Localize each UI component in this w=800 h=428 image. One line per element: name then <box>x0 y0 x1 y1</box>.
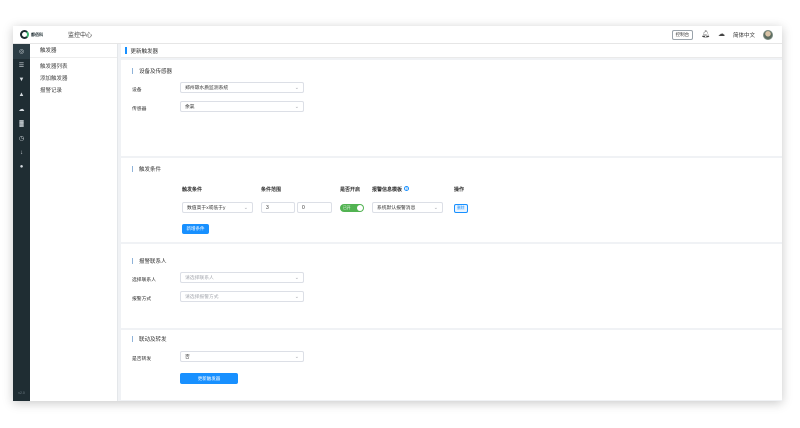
logo[interactable]: 都佰科 <box>20 30 50 39</box>
template-select[interactable]: 系统默认报警消息 ⌄ <box>372 202 443 213</box>
method-select[interactable]: 请选择报警方式 ⌄ <box>180 291 304 302</box>
submenu-title: 触发器 <box>30 44 117 58</box>
top-bar: 都佰科 监控中心 控制台 🔔︎ ☁︎ 简体中文 <box>13 26 782 44</box>
device-section-header: 设备及传感器 <box>132 67 172 75</box>
forward-select[interactable]: 否 ⌄ <box>180 351 304 362</box>
condition-select[interactable]: 数值高于x或低于y ⌄ <box>182 202 253 213</box>
section-accent <box>132 166 133 172</box>
device-section: 设备及传感器 设备 郑州碳水质监测系统 ⌄ 传感器 余氯 ⌄ <box>121 60 782 156</box>
icon-rail: ◎ ☰ ▼ ▲ ☁︎ ▓ ◷ ↓ ● v2.0 <box>13 44 30 401</box>
help-icon[interactable]: ? <box>404 186 410 191</box>
app-title: 监控中心 <box>68 33 93 39</box>
console-button[interactable]: 控制台 <box>671 29 694 40</box>
col-action: 操作 <box>454 187 465 193</box>
col-enabled: 是否开启 <box>340 187 361 193</box>
section-accent <box>132 68 133 74</box>
chevron-down-icon: ⌄ <box>243 205 248 211</box>
section-accent <box>132 336 133 342</box>
chevron-down-icon: ⌄ <box>294 294 299 300</box>
dashboard-icon[interactable]: ◎ <box>13 44 30 59</box>
method-placeholder: 请选择报警方式 <box>185 295 219 300</box>
device-select[interactable]: 郑州碳水质监测系统 ⌄ <box>180 82 304 93</box>
contact-section-title: 报警联系人 <box>139 259 167 265</box>
app-window: 都佰科 监控中心 控制台 🔔︎ ☁︎ 简体中文 ◎ ☰ ▼ ▲ ☁︎ ▓ ◷ ↓… <box>13 26 782 401</box>
chevron-down-icon: ⌄ <box>294 354 299 360</box>
submenu-item-alarm-records[interactable]: 报警记录 <box>30 85 117 97</box>
trigger-section-title: 触发条件 <box>139 167 162 173</box>
trigger-section: 触发条件 触发条件 条件范围 是否开启 报警信息模板? 操作 数值高于x或低于y… <box>121 158 782 242</box>
sensor-label: 传感器 <box>132 107 147 112</box>
logo-text: 都佰科 <box>31 31 43 37</box>
cloud-icon[interactable]: ☁︎ <box>718 31 725 38</box>
download-icon[interactable]: ↓ <box>13 146 30 161</box>
linkage-section: 联动及转发 是否转发 否 ⌄ 更新触发器 <box>121 330 782 400</box>
linkage-section-header: 联动及转发 <box>132 335 167 343</box>
sensor-select[interactable]: 余氯 ⌄ <box>180 101 304 112</box>
section-accent <box>132 258 133 264</box>
condition-select-value: 数值高于x或低于y <box>187 206 226 211</box>
chevron-down-icon: ⌄ <box>433 205 438 211</box>
cloud-icon[interactable]: ☁︎ <box>13 102 30 117</box>
user-icon[interactable]: ● <box>13 160 30 175</box>
bell-icon[interactable]: 🔔︎ <box>701 31 710 38</box>
col-range: 条件范围 <box>261 187 282 193</box>
col-template-label: 报警信息模板 <box>372 187 403 193</box>
trigger-section-header: 触发条件 <box>132 165 161 173</box>
version-label: v2.0 <box>18 391 25 395</box>
alarm-icon[interactable]: ▲ <box>13 88 30 103</box>
col-template: 报警信息模板? <box>372 186 410 193</box>
page-title: 更新触发器 <box>130 48 159 55</box>
delete-condition-button[interactable]: 删除 <box>454 204 468 213</box>
update-trigger-button[interactable]: 更新触发器 <box>180 373 238 384</box>
forward-label: 是否转发 <box>132 357 152 362</box>
chevron-down-icon: ⌄ <box>294 275 299 281</box>
toggle-knob <box>357 205 363 211</box>
top-right-tools: 控制台 🔔︎ ☁︎ 简体中文 <box>671 29 773 40</box>
contact-select[interactable]: 请选择联系人 ⌄ <box>180 272 304 283</box>
language-switch[interactable]: 简体中文 <box>733 31 755 39</box>
add-condition-button[interactable]: 新增条件 <box>182 224 209 234</box>
range-x-input[interactable]: 3 <box>261 202 295 213</box>
chevron-down-icon: ⌄ <box>294 85 299 91</box>
secondary-menu: 触发器 触发器列表 添加触发器 报警记录 <box>30 44 118 401</box>
location-icon[interactable]: ▼ <box>13 73 30 88</box>
method-label: 报警方式 <box>132 297 152 302</box>
contact-section: 报警联系人 选择联系人 请选择联系人 ⌄ 报警方式 请选择报警方式 ⌄ <box>121 244 782 328</box>
chart-icon[interactable]: ▓ <box>13 117 30 132</box>
contact-label: 选择联系人 <box>132 278 156 283</box>
contact-placeholder: 请选择联系人 <box>185 276 214 281</box>
device-label: 设备 <box>132 88 142 93</box>
linkage-section-title: 联动及转发 <box>139 337 167 343</box>
range-y-input[interactable]: 0 <box>297 202 332 213</box>
avatar[interactable] <box>763 29 773 40</box>
col-condition: 触发条件 <box>182 187 203 193</box>
title-accent <box>125 47 127 54</box>
main-content: 更新触发器 设备及传感器 设备 郑州碳水质监测系统 ⌄ 传感器 余氯 ⌄ 触发条… <box>121 44 782 401</box>
device-section-title: 设备及传感器 <box>139 69 173 75</box>
enabled-toggle[interactable]: 已开 <box>340 204 364 212</box>
logo-mark-icon <box>20 30 29 39</box>
clock-icon[interactable]: ◷ <box>13 131 30 146</box>
sensor-select-value: 余氯 <box>185 105 195 110</box>
submenu-item-trigger-list[interactable]: 触发器列表 <box>30 61 117 73</box>
submenu-item-add-trigger[interactable]: 添加触发器 <box>30 73 117 85</box>
contact-section-header: 报警联系人 <box>132 257 167 265</box>
template-select-value: 系统默认报警消息 <box>377 206 416 211</box>
page-header: 更新触发器 <box>121 44 782 58</box>
chevron-down-icon: ⌄ <box>294 104 299 110</box>
list-icon[interactable]: ☰ <box>13 59 30 74</box>
forward-select-value: 否 <box>185 355 190 360</box>
toggle-label: 已开 <box>343 205 351 210</box>
device-select-value: 郑州碳水质监测系统 <box>185 86 229 91</box>
